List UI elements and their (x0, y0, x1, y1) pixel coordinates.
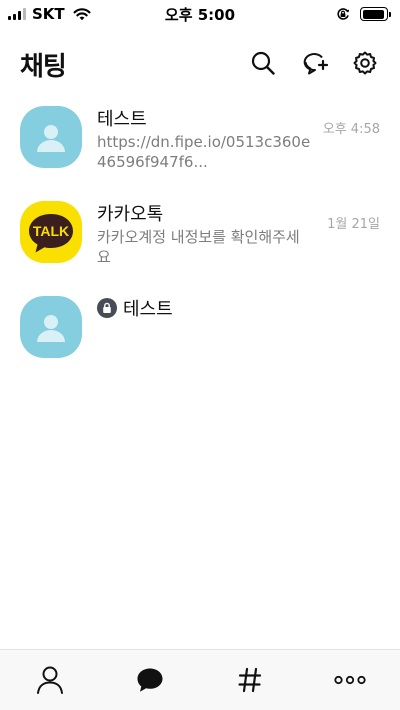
default-profile-icon (37, 315, 65, 342)
chat-name: 카카오톡 (97, 200, 163, 226)
tab-friends[interactable] (0, 650, 100, 710)
status-right (336, 4, 391, 24)
header: 채팅 (0, 40, 400, 90)
battery-icon (360, 7, 391, 21)
chat-name-text: 카카오톡 (97, 204, 164, 225)
page-title: 채팅 (20, 52, 67, 82)
more-icon (334, 675, 366, 685)
kakaotalk-logo-icon: TALK (29, 214, 73, 253)
chat-preview: 카카오계정 내정보를 확인해주세요 (97, 228, 300, 266)
tab-chats[interactable] (100, 650, 200, 710)
settings-icon (353, 51, 377, 75)
lock-icon (97, 298, 117, 318)
settings-button[interactable] (350, 48, 380, 78)
hashtag-icon (238, 667, 262, 693)
chat-name: 테스트 (97, 295, 173, 321)
logo-text: TALK (33, 223, 69, 239)
orientation-lock-icon (337, 8, 350, 20)
avatar[interactable] (20, 296, 82, 358)
chat-name-text: 테스트 (97, 109, 147, 130)
chat-bubble-icon (137, 668, 163, 692)
avatar[interactable] (20, 106, 82, 168)
search-icon (251, 51, 275, 75)
tab-openchat[interactable] (200, 650, 300, 710)
chat-name: 테스트 (97, 105, 147, 131)
chat-time: 오후 4:58 (322, 122, 380, 137)
chat-list: 테스트 https://dn.fipe.io/0513c360e46596f94… (0, 98, 400, 383)
search-button[interactable] (248, 48, 278, 78)
new-chat-button[interactable] (301, 48, 331, 78)
person-icon (37, 666, 63, 694)
default-profile-icon (37, 125, 65, 152)
chat-row[interactable]: 테스트 (0, 288, 400, 383)
chat-row[interactable]: 테스트 https://dn.fipe.io/0513c360e46596f94… (0, 98, 400, 193)
status-bar: SKT 오후 5:00 (0, 0, 400, 28)
avatar[interactable]: TALK (20, 201, 82, 263)
chat-row[interactable]: TALK 카카오톡 카카오계정 내정보를 확인해주세요 1월 21일 (0, 193, 400, 288)
tab-more[interactable] (300, 650, 400, 710)
new-chat-icon (303, 53, 329, 75)
chat-time: 1월 21일 (327, 217, 380, 232)
chat-name-text: 테스트 (123, 299, 173, 320)
chat-preview: https://dn.fipe.io/0513c360e46596f947f6.… (97, 133, 311, 171)
tab-bar (0, 649, 400, 710)
